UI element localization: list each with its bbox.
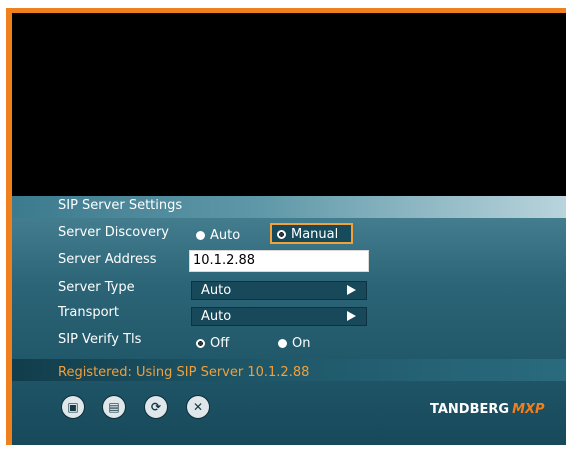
close-button[interactable]: ✕ — [187, 396, 209, 418]
radio-selected-icon — [196, 339, 205, 348]
server-type-select[interactable]: Auto — [191, 281, 367, 300]
refresh-icon: ⟳ — [150, 400, 162, 414]
video-area — [12, 13, 566, 196]
server-address-input[interactable]: 10.1.2.88 — [189, 250, 369, 272]
server-discovery-auto-label: Auto — [210, 228, 241, 243]
server-discovery-label: Server Discovery — [58, 225, 169, 240]
server-discovery-manual-label: Manual — [291, 227, 339, 242]
close-icon: ✕ — [192, 400, 204, 414]
save-button[interactable]: ▣ — [62, 396, 84, 418]
server-address-label: Server Address — [58, 252, 157, 267]
server-type-label: Server Type — [58, 280, 135, 295]
sip-verify-tls-on-radio[interactable]: On — [278, 336, 310, 351]
sip-verify-tls-label: SIP Verify Tls — [58, 332, 142, 347]
save-icon: ▣ — [67, 400, 79, 414]
refresh-button[interactable]: ⟳ — [145, 396, 167, 418]
radio-dot-icon — [196, 231, 205, 240]
transport-value: Auto — [201, 309, 232, 324]
save-as-button[interactable]: ▤ — [103, 396, 125, 418]
brand-suffix: MXP — [512, 402, 545, 417]
server-discovery-auto-radio[interactable]: Auto — [196, 228, 240, 243]
sip-verify-tls-on-label: On — [292, 336, 311, 351]
radio-dot-icon — [278, 339, 287, 348]
panel-title: SIP Server Settings — [58, 198, 183, 213]
status-text: Registered: Using SIP Server 10.1.2.88 — [58, 365, 310, 380]
brand-name: TANDBERG — [430, 402, 510, 417]
transport-select[interactable]: Auto — [191, 307, 367, 326]
save-as-icon: ▤ — [108, 400, 120, 414]
transport-label: Transport — [58, 305, 120, 320]
sip-verify-tls-off-label: Off — [210, 336, 230, 351]
radio-selected-icon — [277, 230, 286, 239]
play-arrow-icon — [347, 311, 356, 321]
server-discovery-manual-radio[interactable]: Manual — [277, 227, 338, 242]
play-arrow-icon — [347, 285, 356, 295]
server-type-value: Auto — [201, 283, 232, 298]
brand-logo: TANDBERG MXP — [430, 402, 545, 417]
sip-verify-tls-off-radio[interactable]: Off — [196, 336, 229, 351]
